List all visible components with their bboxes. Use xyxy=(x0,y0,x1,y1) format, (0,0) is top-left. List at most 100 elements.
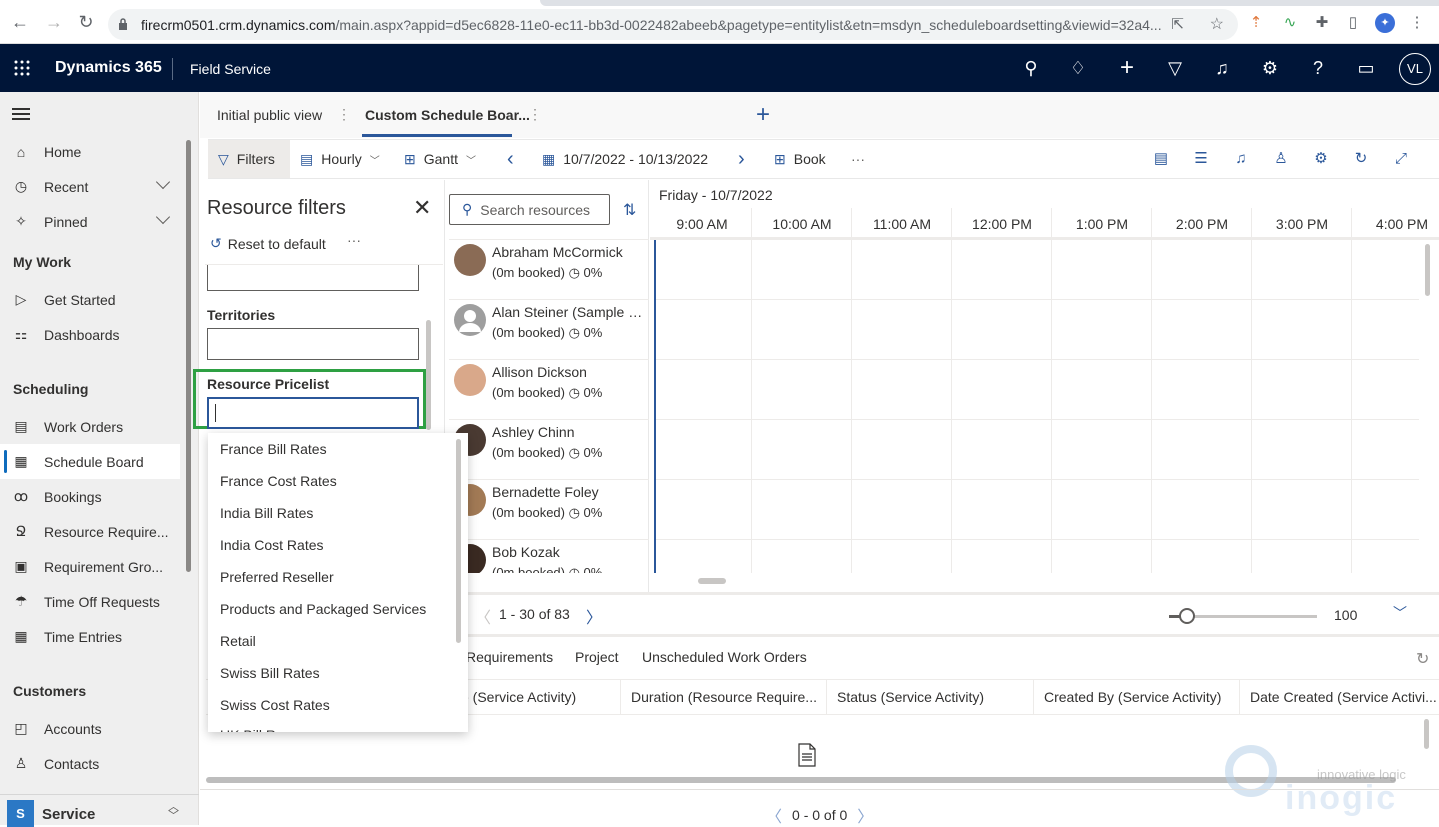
tab-custom-schedule-board[interactable]: Custom Schedule Boar... xyxy=(365,107,530,123)
sidebar-item-contacts[interactable]: ♙ Contacts xyxy=(0,746,180,781)
tab-project[interactable]: Project xyxy=(575,649,619,665)
tab-initial-public-view[interactable]: Initial public view xyxy=(217,107,322,123)
column-header[interactable]: Status (Service Activity) xyxy=(827,680,1034,714)
filters-scrollbar[interactable] xyxy=(426,320,431,430)
refresh-icon[interactable]: ↻ xyxy=(1352,150,1370,168)
star-icon[interactable]: ☆ xyxy=(1210,14,1224,34)
sidebar-item-recent[interactable]: ◷ Recent xyxy=(0,169,180,204)
chat-icon[interactable]: ▭ xyxy=(1354,56,1378,80)
resource-row[interactable]: Abraham McCormick (0m booked) ◷ 0% xyxy=(449,239,649,299)
dropdown-option[interactable]: France Cost Rates xyxy=(220,473,337,489)
profile-avatar[interactable]: ✦ xyxy=(1375,13,1395,33)
previous-filter-input[interactable] xyxy=(207,265,419,291)
tab-options-icon[interactable]: ⋮ xyxy=(337,106,351,123)
search-resources-input[interactable]: ⚲ Search resources xyxy=(449,194,610,225)
tab-requirements[interactable]: Requirements xyxy=(466,649,553,665)
sidebar-item-time-off-requests[interactable]: ☂ Time Off Requests xyxy=(0,584,180,619)
collapse-chevron-icon[interactable]: ﹀ xyxy=(1393,603,1407,623)
plus-icon[interactable]: + xyxy=(1115,56,1139,80)
gantt-horizontal-scrollbar[interactable] xyxy=(698,578,726,584)
settings-gear-icon[interactable]: ⚙ xyxy=(1312,150,1330,168)
sidebar-item-time-entries[interactable]: ▦ Time Entries xyxy=(0,619,180,654)
sidebar-item-bookings[interactable]: ꝏ Bookings xyxy=(0,479,180,514)
column-header[interactable]: Duration (Resource Require... xyxy=(621,680,827,714)
area-switcher[interactable]: S Service ︿ ﹀ xyxy=(0,794,199,827)
filter-icon[interactable]: ▽ xyxy=(1163,56,1187,80)
territories-input[interactable] xyxy=(207,328,419,360)
previous-date-button[interactable]: ‹ xyxy=(507,140,514,178)
zoom-slider[interactable] xyxy=(1169,608,1317,624)
table-horizontal-scrollbar[interactable] xyxy=(206,777,1396,783)
dropdown-option[interactable]: India Cost Rates xyxy=(220,537,324,553)
user-avatar[interactable]: VL xyxy=(1399,53,1431,85)
extension-rocket-icon[interactable]: ⇡ xyxy=(1247,14,1265,32)
filters-button[interactable]: ▽ Filters xyxy=(208,140,290,178)
date-range-picker[interactable]: ▦ 10/7/2022 - 10/13/2022 xyxy=(542,140,708,178)
resource-row[interactable]: Allison Dickson (0m booked) ◷ 0% xyxy=(449,359,649,419)
search-icon[interactable]: ⚲ xyxy=(1019,56,1043,80)
more-options-button[interactable]: ··· xyxy=(851,140,865,178)
extensions-puzzle-icon[interactable]: ✚ xyxy=(1313,14,1331,32)
gear-icon[interactable]: ⚙ xyxy=(1258,56,1282,80)
sidebar-scrollbar[interactable] xyxy=(186,140,191,572)
lightbulb-icon[interactable]: ♢ xyxy=(1066,56,1090,80)
dropdown-option[interactable]: India Bill Rates xyxy=(220,505,313,521)
browser-menu-icon[interactable]: ⋮ xyxy=(1408,14,1426,32)
dropdown-scrollbar[interactable] xyxy=(456,439,461,643)
share-icon[interactable]: ⇱ xyxy=(1171,15,1184,33)
filters-more-button[interactable]: ··· xyxy=(347,232,361,248)
map-pin-icon[interactable]: ♙ xyxy=(1272,150,1290,168)
list-view-icon[interactable]: ☰ xyxy=(1192,150,1210,168)
app-name[interactable]: Field Service xyxy=(190,61,271,77)
tab-unscheduled-work-orders[interactable]: Unscheduled Work Orders xyxy=(642,649,807,665)
previous-page-icon[interactable]: 〈 xyxy=(766,803,782,827)
hourly-dropdown[interactable]: ▤ Hourly ﹀ xyxy=(300,140,380,178)
dropdown-option[interactable]: Retail xyxy=(220,633,256,649)
extension-wave-icon[interactable]: ∿ xyxy=(1281,14,1299,32)
help-icon[interactable]: ? xyxy=(1306,56,1330,80)
side-panel-icon[interactable]: ▯ xyxy=(1344,14,1362,32)
refresh-icon[interactable]: ↻ xyxy=(1416,649,1429,669)
sidebar-item-work-orders[interactable]: ▤ Work Orders xyxy=(0,409,180,444)
app-launcher-icon[interactable] xyxy=(14,60,30,76)
zoom-slider-thumb[interactable] xyxy=(1178,608,1195,624)
gantt-dropdown[interactable]: ⊞ Gantt ﹀ xyxy=(404,140,476,178)
chevron-down-icon[interactable] xyxy=(155,209,171,225)
dropdown-option[interactable]: France Bill Rates xyxy=(220,441,327,457)
alerts-bell-icon[interactable]: ♫ xyxy=(1232,150,1250,168)
book-button[interactable]: ⊞ Book xyxy=(774,140,826,178)
board-settings-report-icon[interactable]: ▤ xyxy=(1152,150,1170,168)
sidebar-item-get-started[interactable]: ▷ Get Started xyxy=(0,282,180,317)
sidebar-item-pinned[interactable]: ✧ Pinned xyxy=(0,204,180,239)
column-header[interactable]: Date Created (Service Activi... xyxy=(1240,680,1439,714)
resource-row[interactable]: Ashley Chinn (0m booked) ◷ 0% xyxy=(449,419,649,479)
column-header[interactable]: Created By (Service Activity) xyxy=(1034,680,1240,714)
forward-icon[interactable]: → xyxy=(44,12,64,32)
sidebar-item-schedule-board[interactable]: ▦ Schedule Board xyxy=(0,444,180,479)
sidebar-item-dashboards[interactable]: ⚏ Dashboards xyxy=(0,317,180,352)
sidebar-item-home[interactable]: ⌂ Home xyxy=(0,134,180,169)
next-date-button[interactable]: › xyxy=(738,140,745,178)
add-view-plus-icon[interactable]: + xyxy=(756,101,770,129)
chevron-up-down-icon[interactable]: ︿ ﹀ xyxy=(168,802,179,822)
gantt-vertical-scrollbar[interactable] xyxy=(1425,244,1430,296)
resource-row[interactable]: Bernadette Foley (0m booked) ◷ 0% xyxy=(449,479,649,539)
back-icon[interactable]: ← xyxy=(10,12,30,32)
dropdown-option[interactable]: Swiss Bill Rates xyxy=(220,665,320,681)
sidebar-item-accounts[interactable]: ◰ Accounts xyxy=(0,711,180,746)
resource-pricelist-input[interactable] xyxy=(207,397,419,429)
sort-icon[interactable]: ⇅ xyxy=(623,200,636,220)
dropdown-option[interactable]: Swiss Cost Rates xyxy=(220,697,330,713)
next-page-icon[interactable]: 〉 xyxy=(586,604,602,628)
chevron-down-icon[interactable] xyxy=(155,174,171,190)
dropdown-option[interactable]: UK Bill R... xyxy=(220,727,288,732)
resource-row[interactable]: Alan Steiner (Sample D... (0m booked) ◷ … xyxy=(449,299,649,359)
dropdown-option[interactable]: Products and Packaged Services xyxy=(220,601,426,617)
reset-to-default-button[interactable]: ↺ Reset to default xyxy=(210,235,326,252)
tab-options-icon[interactable]: ⋮ xyxy=(528,106,542,123)
bell-icon[interactable]: ♫ xyxy=(1210,56,1234,80)
hamburger-menu-icon[interactable] xyxy=(12,108,30,120)
resource-row[interactable]: Bob Kozak (0m booked) ◷ 0% xyxy=(449,539,649,573)
close-icon[interactable]: ✕ xyxy=(413,195,431,221)
next-page-icon[interactable]: 〉 xyxy=(857,803,873,827)
